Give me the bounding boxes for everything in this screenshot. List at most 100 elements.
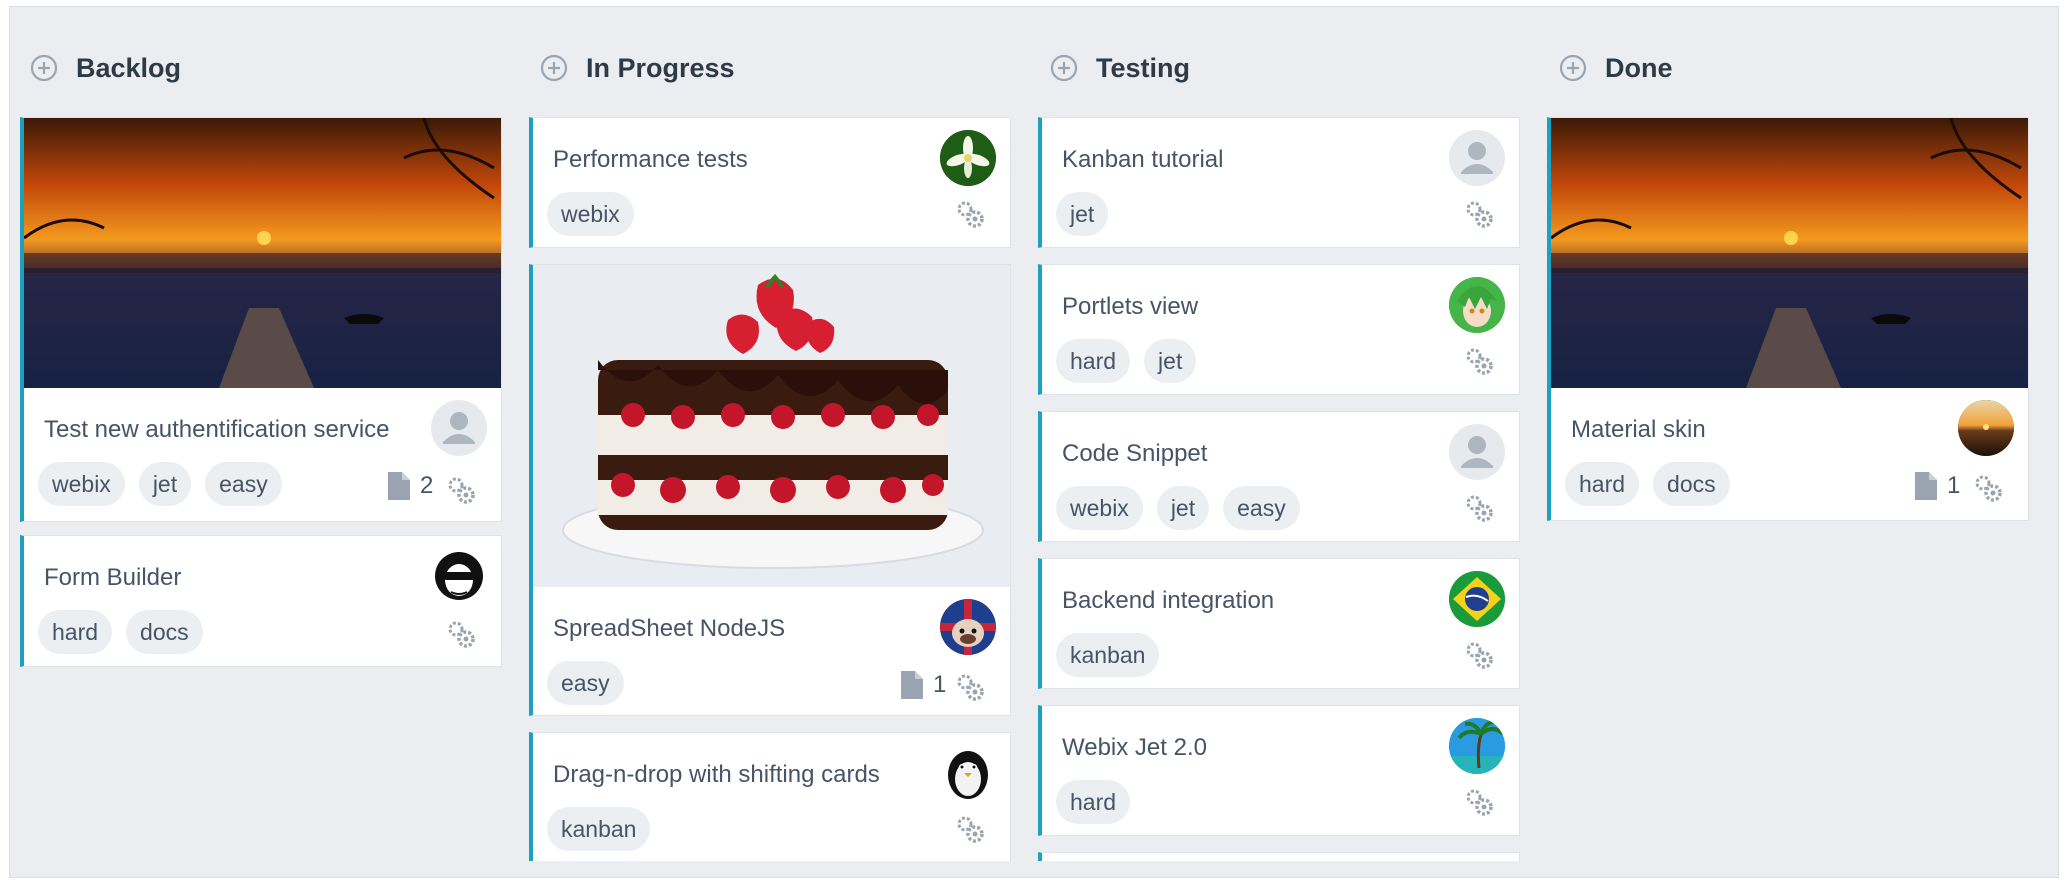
add-card-icon[interactable]: [540, 54, 568, 82]
tag[interactable]: jet: [138, 462, 192, 506]
add-card-icon[interactable]: [30, 54, 58, 82]
column-done: Done Material skin hard docs 1: [1547, 7, 2029, 867]
card[interactable]: SpreadSheet NodeJS easy 1: [529, 264, 1011, 716]
add-card-icon[interactable]: [1050, 54, 1078, 82]
bulldog-avatar-icon: [940, 599, 996, 655]
tag-list: hard jet: [1056, 339, 1197, 383]
avatar[interactable]: [940, 599, 996, 655]
tag[interactable]: kanban: [1056, 633, 1160, 677]
tag[interactable]: webix: [547, 192, 634, 236]
avatar[interactable]: [1449, 571, 1505, 627]
attachments-number: 2: [420, 472, 434, 499]
column-header: Backlog: [18, 43, 500, 93]
card-body: Webix Jet 2.0 hard: [1042, 706, 1519, 835]
gears-icon[interactable]: [445, 474, 477, 506]
user-icon: [1461, 436, 1493, 468]
attachments-count[interactable]: 2: [388, 472, 433, 500]
gears-icon[interactable]: [1463, 198, 1495, 230]
column-header: Testing: [1038, 43, 1520, 93]
card[interactable]: Webix Jet 2.0 hard: [1038, 705, 1520, 836]
tag[interactable]: hard: [1056, 780, 1131, 824]
tag[interactable]: hard: [1565, 462, 1640, 506]
tag[interactable]: kanban: [547, 807, 651, 851]
tag-list: webix jet easy: [1056, 486, 1300, 530]
tag[interactable]: jet: [1156, 486, 1210, 530]
tag[interactable]: hard: [1056, 339, 1131, 383]
card-title: Portlets view: [1062, 293, 1199, 320]
gears-icon[interactable]: [954, 813, 986, 845]
card-list: Kanban tutorial jet Portlets view hard j…: [1038, 117, 1520, 861]
card[interactable]: Form Builder hard docs: [20, 535, 502, 667]
tag[interactable]: easy: [1223, 486, 1300, 530]
avatar[interactable]: [1449, 718, 1505, 774]
tag-list: hard docs: [1565, 462, 1730, 506]
card[interactable]: Performance tests webix: [529, 117, 1011, 248]
gears-icon[interactable]: [1463, 492, 1495, 524]
sunset-photo-avatar-icon: [1958, 400, 2014, 456]
avatar[interactable]: [431, 548, 487, 604]
tag[interactable]: jet: [1056, 192, 1109, 236]
card-body: Code Snippet webix jet easy: [1042, 412, 1519, 541]
user-icon: [1461, 142, 1493, 174]
gears-icon[interactable]: [445, 618, 477, 650]
avatar[interactable]: [431, 400, 487, 456]
card-list: Material skin hard docs 1: [1547, 117, 2029, 861]
avatar[interactable]: [1449, 277, 1505, 333]
gears-icon[interactable]: [954, 198, 986, 230]
penguin-avatar-icon: [948, 751, 988, 799]
card[interactable]: Drag-n-drop with shifting cards kanban: [529, 732, 1011, 861]
avatar[interactable]: [1449, 424, 1505, 480]
attachments-count[interactable]: 1: [901, 671, 946, 699]
tag[interactable]: docs: [1653, 462, 1730, 506]
tag-list: kanban: [1056, 633, 1160, 677]
avatar[interactable]: [940, 745, 996, 801]
card-image-sunset: [24, 118, 501, 388]
tag[interactable]: webix: [38, 462, 125, 506]
card-body: Kanban tutorial jet: [1042, 118, 1519, 247]
gears-icon[interactable]: [1463, 786, 1495, 818]
tag-list: webix: [547, 192, 634, 236]
card-body: Drag-n-drop with shifting cards kanban: [533, 733, 1010, 861]
avatar[interactable]: [1958, 400, 2014, 456]
card[interactable]: Code Snippet webix jet easy: [1038, 411, 1520, 542]
card[interactable]: Portlets view hard jet: [1038, 264, 1520, 395]
card[interactable]: Kanban tutorial jet: [1038, 117, 1520, 248]
kanban-board: Backlog Test new authentification servic…: [9, 6, 2059, 878]
card-title: Performance tests: [553, 146, 748, 173]
tag[interactable]: easy: [205, 462, 282, 506]
gears-icon[interactable]: [1463, 345, 1495, 377]
attachments-count[interactable]: 1: [1915, 472, 1960, 500]
tag[interactable]: jet: [1144, 339, 1197, 383]
anime-avatar-icon: [1449, 277, 1505, 333]
card[interactable]: Test new authentification service webix …: [20, 117, 502, 522]
card-body: Backend integration kanban: [1042, 559, 1519, 688]
card-body: SpreadSheet NodeJS easy 1: [533, 587, 1010, 715]
tag[interactable]: hard: [38, 610, 113, 654]
user-icon: [443, 412, 475, 444]
avatar[interactable]: [1449, 130, 1505, 186]
file-icon: [901, 671, 923, 699]
tag[interactable]: webix: [1056, 486, 1143, 530]
card-title: Drag-n-drop with shifting cards: [553, 761, 880, 788]
card-list: Performance tests webix SpreadSheet Node…: [529, 117, 1011, 861]
card-title: Code Snippet: [1062, 440, 1208, 467]
card-body: Performance tests webix: [533, 118, 1010, 247]
column-testing: Testing Kanban tutorial jet Portlets vie…: [1038, 7, 1520, 867]
card[interactable]: Backend integration kanban: [1038, 558, 1520, 689]
tag[interactable]: docs: [126, 610, 203, 654]
card-body: Test new authentification service webix …: [24, 388, 501, 519]
tag-list: hard docs: [38, 610, 203, 654]
column-in-progress: In Progress Performance tests webix Spre…: [529, 7, 1011, 867]
card-title: SpreadSheet NodeJS: [553, 615, 786, 642]
gears-icon[interactable]: [954, 671, 986, 703]
avatar[interactable]: [940, 130, 996, 186]
column-header: Done: [1547, 43, 2029, 93]
gears-icon[interactable]: [1463, 639, 1495, 671]
card[interactable]: Material skin hard docs 1: [1547, 117, 2029, 521]
add-card-icon[interactable]: [1559, 54, 1587, 82]
attachments-number: 1: [1947, 472, 1961, 499]
card-image-sunset: [1551, 118, 2028, 388]
tag[interactable]: easy: [547, 661, 624, 705]
card-partial[interactable]: [1038, 852, 1520, 861]
gears-icon[interactable]: [1972, 472, 2004, 504]
